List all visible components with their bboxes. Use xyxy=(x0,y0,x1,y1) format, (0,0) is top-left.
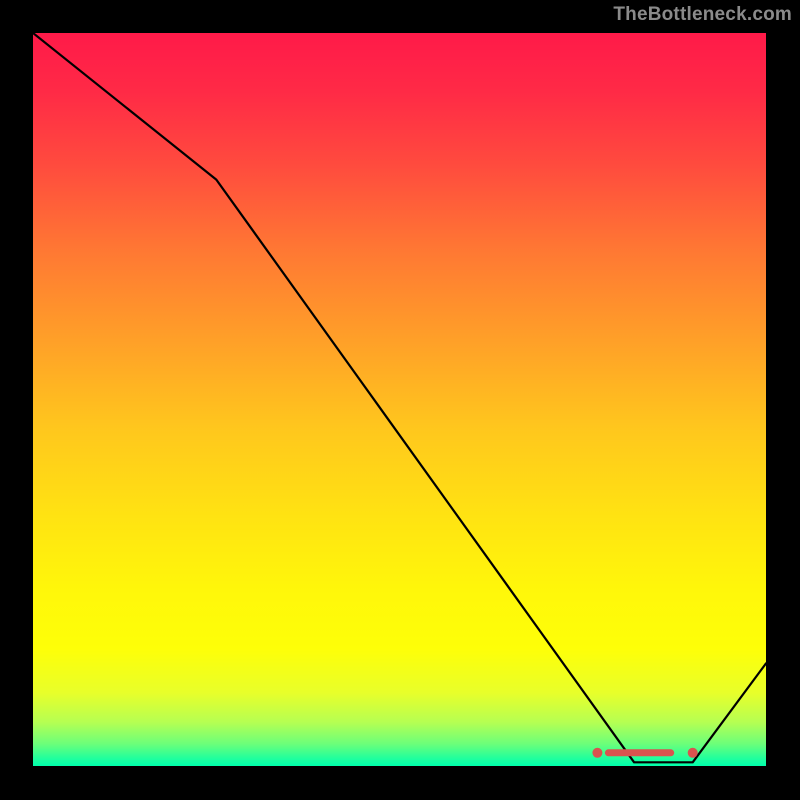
optimal-range-dot-right xyxy=(688,748,698,758)
optimal-range-dot-left xyxy=(592,748,602,758)
chart-frame: TheBottleneck.com xyxy=(0,0,800,800)
plot-area xyxy=(33,33,766,766)
bottleneck-curve xyxy=(33,33,766,762)
watermark-text: TheBottleneck.com xyxy=(613,4,792,26)
chart-svg xyxy=(33,33,766,766)
